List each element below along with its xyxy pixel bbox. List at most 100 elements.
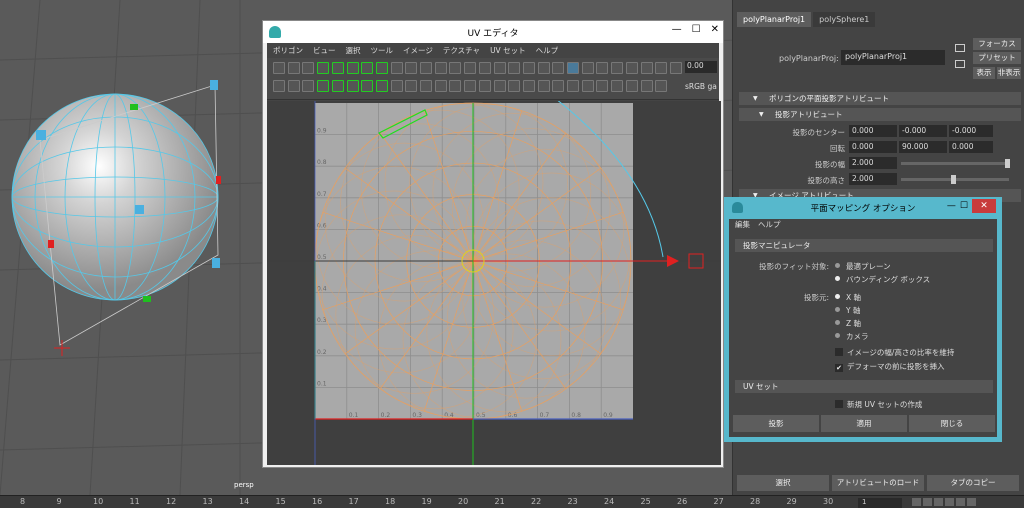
- uv-tool-icon[interactable]: [449, 62, 462, 74]
- uv-tool-icon[interactable]: [537, 80, 550, 92]
- uv-tool-icon[interactable]: [522, 62, 535, 74]
- uv-tool-icon[interactable]: [420, 80, 432, 92]
- play-icon[interactable]: [945, 498, 954, 506]
- uv-tool-icon[interactable]: [405, 62, 418, 74]
- center-z-field[interactable]: -0.000: [949, 125, 993, 137]
- focus-icon[interactable]: [955, 44, 965, 52]
- timeline[interactable]: 8 9 10 11 12 13 14 15 16 17 18 19 20 21 22 23 24 25 26 27 28…: [0, 495, 1024, 508]
- uv-tool-icon[interactable]: [478, 62, 491, 74]
- preset-button[interactable]: プリセット: [973, 52, 1021, 64]
- uv-menu-item[interactable]: イメージ: [403, 45, 433, 56]
- width-slider[interactable]: [901, 162, 1009, 165]
- menu-edit[interactable]: 編集: [735, 219, 750, 231]
- uv-tool-icon[interactable]: [625, 62, 638, 74]
- uv-tool-icon[interactable]: [611, 80, 624, 92]
- width-slider-handle[interactable]: [1005, 159, 1010, 168]
- uv-tool-icon[interactable]: [567, 62, 579, 74]
- height-slider-handle[interactable]: [951, 175, 956, 184]
- uv-tool-icon[interactable]: [552, 62, 565, 74]
- step-forward-icon[interactable]: [956, 498, 965, 506]
- radio-x-axis[interactable]: X 軸: [835, 292, 861, 303]
- uv-tool-icon[interactable]: [273, 62, 285, 74]
- uv-tool-icon[interactable]: [478, 80, 491, 92]
- show-button[interactable]: 表示: [973, 67, 995, 79]
- uv-tool-icon[interactable]: [434, 62, 447, 74]
- minimize-icon[interactable]: —: [672, 24, 682, 35]
- dialog-titlebar[interactable]: 平面マッピング オプション — ☐ ✕: [724, 197, 1002, 219]
- uv-value-field[interactable]: 0.00: [685, 61, 717, 73]
- uv-tool-icon[interactable]: [317, 80, 330, 92]
- section-projection[interactable]: 投影アトリビュート: [739, 108, 1021, 121]
- uv-tool-icon[interactable]: [567, 80, 579, 92]
- uv-tool-icon[interactable]: [375, 80, 388, 92]
- uv-menu-item[interactable]: ヘルプ: [536, 45, 559, 56]
- uv-tool-icon[interactable]: [287, 62, 300, 74]
- uv-tool-icon[interactable]: [420, 62, 432, 74]
- uv-tool-icon[interactable]: [302, 62, 315, 74]
- uv-tool-icon[interactable]: [581, 62, 594, 74]
- radio-bounding-box[interactable]: バウンディング ボックス: [835, 274, 930, 285]
- uv-menu-item[interactable]: ツール: [371, 45, 394, 56]
- uv-tool-icon[interactable]: [493, 80, 506, 92]
- checkbox-new-uvset[interactable]: 新規 UV セットの作成: [835, 399, 922, 410]
- uv-tool-icon[interactable]: [581, 80, 594, 92]
- uv-tool-icon[interactable]: [449, 80, 462, 92]
- uv-tool-icon[interactable]: [493, 62, 506, 74]
- uv-tool-icon[interactable]: [287, 80, 300, 92]
- height-field[interactable]: 2.000: [849, 173, 897, 185]
- uv-tool-icon[interactable]: [331, 62, 344, 74]
- uv-tool-icon[interactable]: [361, 80, 374, 92]
- uv-tool-icon[interactable]: [464, 80, 477, 92]
- rotate-x-field[interactable]: 0.000: [849, 141, 897, 153]
- uv-tool-icon[interactable]: [522, 80, 535, 92]
- uv-tool-icon[interactable]: [317, 62, 330, 74]
- uv-tool-icon[interactable]: [625, 80, 638, 92]
- play-back-icon[interactable]: [934, 498, 943, 506]
- uv-tool-icon[interactable]: [611, 62, 624, 74]
- checkbox-keep-ratio[interactable]: イメージの幅/高さの比率を維持: [835, 347, 954, 358]
- uv-tool-icon[interactable]: [273, 80, 285, 92]
- select-button[interactable]: 選択: [737, 475, 829, 491]
- tab-polysphere[interactable]: polySphere1: [813, 12, 876, 27]
- node-name-field[interactable]: polyPlanarProj1: [841, 50, 945, 65]
- uv-tool-icon[interactable]: [464, 62, 477, 74]
- uv-tool-icon[interactable]: [596, 80, 609, 92]
- apply-button[interactable]: 適用: [821, 415, 907, 432]
- uv-tool-icon[interactable]: [390, 62, 403, 74]
- color-space-label[interactable]: sRGB ga: [685, 82, 717, 91]
- tab-polyplanarproj[interactable]: polyPlanarProj1: [737, 12, 812, 27]
- radio-best-plane[interactable]: 最適プレーン: [835, 261, 891, 272]
- uv-menu-item[interactable]: ポリゴン: [273, 45, 303, 56]
- section-uvset[interactable]: UV セット: [735, 380, 993, 393]
- uv-tool-icon[interactable]: [640, 62, 653, 74]
- playback-controls[interactable]: [912, 498, 976, 506]
- uv-tool-icon[interactable]: [361, 62, 374, 74]
- uv-tool-icon[interactable]: [346, 62, 359, 74]
- maximize-icon[interactable]: ☐: [960, 201, 968, 211]
- load-attributes-button[interactable]: アトリビュートのロード: [832, 475, 924, 491]
- maximize-icon[interactable]: ☐: [692, 24, 701, 35]
- close-icon[interactable]: ✕: [711, 24, 719, 35]
- center-x-field[interactable]: 0.000: [849, 125, 897, 137]
- close-icon[interactable]: ✕: [972, 199, 996, 213]
- uv-tool-icon[interactable]: [669, 62, 682, 74]
- minimize-icon[interactable]: —: [947, 201, 956, 211]
- width-field[interactable]: 2.000: [849, 157, 897, 169]
- hide-button[interactable]: 非表示: [997, 67, 1021, 79]
- radio-camera[interactable]: カメラ: [835, 331, 869, 342]
- uv-tool-icon[interactable]: [434, 80, 447, 92]
- uv-menu-item[interactable]: UV セット: [490, 45, 526, 56]
- radio-z-axis[interactable]: Z 軸: [835, 318, 861, 329]
- project-button[interactable]: 投影: [733, 415, 819, 432]
- uv-menu-item[interactable]: ビュー: [313, 45, 336, 56]
- uv-tool-icon[interactable]: [508, 62, 521, 74]
- center-y-field[interactable]: -0.000: [899, 125, 947, 137]
- focus-button[interactable]: フォーカス: [973, 38, 1021, 50]
- uv-tool-icon[interactable]: [655, 62, 668, 74]
- section-polygon-planar[interactable]: ポリゴンの平面投影アトリビュート: [739, 92, 1021, 105]
- current-frame-field[interactable]: 1: [858, 498, 902, 508]
- uv-tool-icon[interactable]: [640, 80, 653, 92]
- uv-tool-icon[interactable]: [508, 80, 521, 92]
- checkbox-insert-before[interactable]: ✔ デフォーマの前に投影を挿入: [835, 361, 945, 372]
- uv-menu-item[interactable]: テクスチャ: [443, 45, 480, 56]
